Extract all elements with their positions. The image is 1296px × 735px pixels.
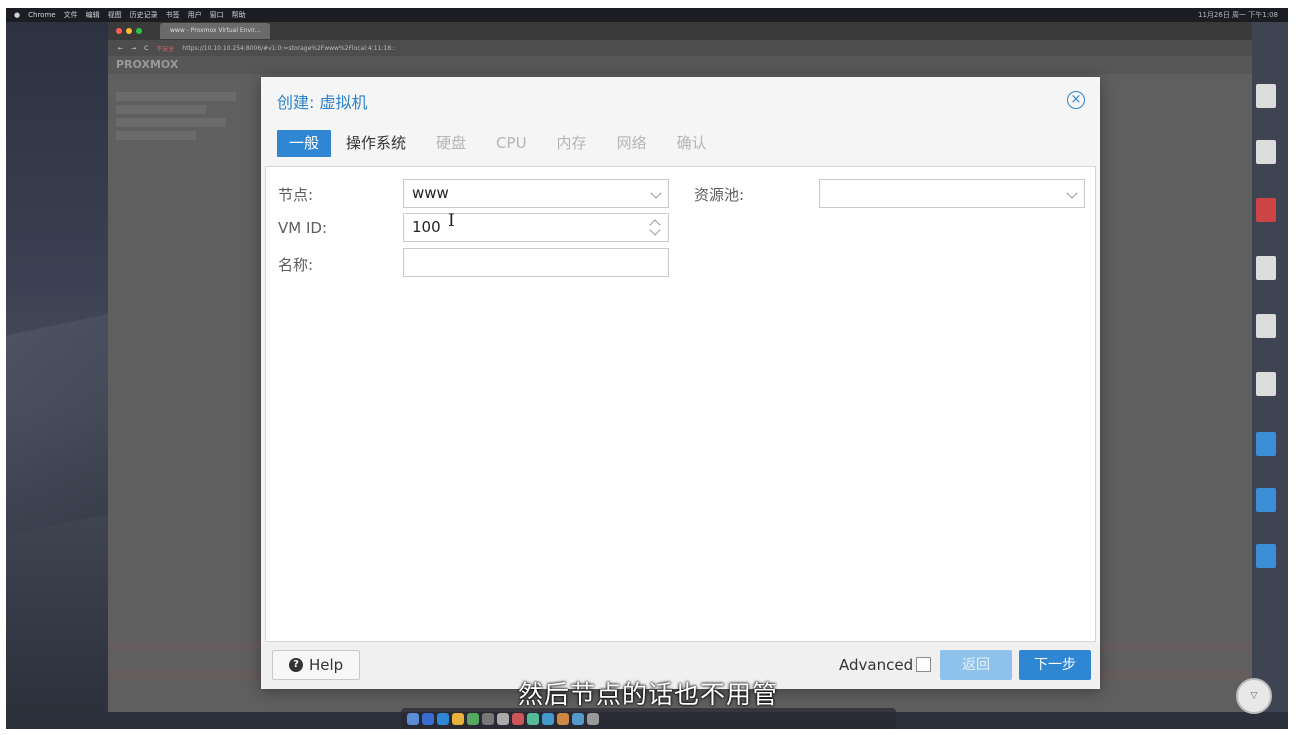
- proxmox-logo: PROXMOX: [116, 58, 179, 71]
- dock-safari-icon[interactable]: [437, 712, 449, 725]
- advanced-label: Advanced: [839, 656, 914, 674]
- back-arrow-icon[interactable]: ←: [118, 45, 123, 52]
- dock-trash-icon[interactable]: [587, 712, 599, 725]
- desktop-file-icon[interactable]: [1256, 314, 1276, 338]
- menubar-clock[interactable]: 11月26日 周一 下午1:08: [1198, 8, 1288, 22]
- advanced-checkbox[interactable]: [916, 657, 931, 672]
- dock-app-icon[interactable]: [497, 712, 509, 725]
- apple-icon[interactable]: ●: [14, 8, 20, 22]
- desktop-right-icons: [1252, 22, 1288, 712]
- node-select-value: www: [412, 184, 449, 202]
- url-text[interactable]: https://10.10.10.254:8006/#v1:0:=storage…: [182, 45, 395, 52]
- tab-network[interactable]: 网络: [602, 130, 662, 157]
- name-label: 名称:: [278, 256, 314, 274]
- menubar-item-view[interactable]: 视图: [108, 8, 122, 22]
- mac-dock: [401, 708, 896, 729]
- tab-general[interactable]: 一般: [277, 130, 332, 157]
- name-input[interactable]: [403, 248, 669, 277]
- help-button-label: Help: [309, 656, 344, 674]
- wizard-tabs: 一般 操作系统 硬盘 CPU 内存 网络 确认: [277, 130, 722, 157]
- menubar-app-name[interactable]: Chrome: [28, 8, 55, 22]
- desktop-file-icon[interactable]: [1256, 140, 1276, 164]
- vmid-spinner[interactable]: 100: [403, 213, 669, 242]
- dock-app-icon[interactable]: [467, 712, 479, 725]
- dock-app-icon[interactable]: [542, 712, 554, 725]
- desktop-folder-icon[interactable]: [1256, 432, 1276, 456]
- node-select[interactable]: www: [403, 179, 669, 208]
- desktop-folder-icon[interactable]: [1256, 544, 1276, 568]
- desktop-file-icon[interactable]: [1256, 84, 1276, 108]
- window-close-icon[interactable]: [116, 28, 122, 34]
- vmid-label: VM ID:: [278, 219, 327, 237]
- dock-finder-icon[interactable]: [407, 712, 419, 725]
- question-circle-icon: ?: [289, 658, 303, 672]
- tab-cpu[interactable]: CPU: [481, 130, 542, 157]
- watermark-logo: ▽: [1236, 678, 1272, 714]
- dock-app-icon[interactable]: [512, 712, 524, 725]
- tab-hard-disk[interactable]: 硬盘: [421, 130, 481, 157]
- reload-icon[interactable]: C: [144, 45, 148, 52]
- menubar-item-history[interactable]: 历史记录: [130, 8, 158, 22]
- close-icon[interactable]: ×: [1067, 91, 1085, 109]
- dock-app-icon[interactable]: [527, 712, 539, 725]
- browser-tab[interactable]: www - Proxmox Virtual Envir...: [160, 23, 271, 39]
- chevron-down-icon: [650, 187, 662, 199]
- dock-app-icon[interactable]: [422, 712, 434, 725]
- menubar-item-user[interactable]: 用户: [188, 8, 202, 22]
- proxmox-header: PROXMOX: [108, 56, 1254, 74]
- menubar-item-edit[interactable]: 编辑: [86, 8, 100, 22]
- desktop-file-icon[interactable]: [1256, 256, 1276, 280]
- browser-tabstrip: www - Proxmox Virtual Envir...: [108, 22, 1254, 40]
- forward-arrow-icon[interactable]: →: [131, 45, 136, 52]
- window-minimize-icon[interactable]: [126, 28, 132, 34]
- vmid-value: 100: [412, 218, 441, 236]
- menubar-item-bookmarks[interactable]: 书签: [166, 8, 180, 22]
- background-tree: [116, 92, 266, 144]
- dock-app-icon[interactable]: [557, 712, 569, 725]
- menubar-item-help[interactable]: 帮助: [232, 8, 246, 22]
- menubar-item-file[interactable]: 文件: [64, 8, 78, 22]
- menubar-item-window[interactable]: 窗口: [210, 8, 224, 22]
- window-zoom-icon[interactable]: [136, 28, 142, 34]
- dock-app-icon[interactable]: [482, 712, 494, 725]
- desktop-folder-icon[interactable]: [1256, 488, 1276, 512]
- mac-menubar: ● Chrome 文件 编辑 视图 历史记录 书签 用户 窗口 帮助 11月26…: [6, 8, 1288, 22]
- form-panel: 节点: www 资源池: VM ID: 100 名称:: [265, 166, 1096, 642]
- tab-os[interactable]: 操作系统: [331, 130, 421, 157]
- address-bar[interactable]: ← → C 不安全 https://10.10.10.254:8006/#v1:…: [108, 40, 1254, 56]
- desktop-file-icon[interactable]: [1256, 198, 1276, 222]
- dock-app-icon[interactable]: [572, 712, 584, 725]
- tab-confirm[interactable]: 确认: [662, 130, 722, 157]
- spinner-arrows-icon[interactable]: [649, 217, 661, 238]
- create-vm-dialog: 创建: 虚拟机 × 一般 操作系统 硬盘 CPU 内存 网络 确认 节点: ww…: [261, 77, 1100, 689]
- desktop-file-icon[interactable]: [1256, 372, 1276, 396]
- tab-memory[interactable]: 内存: [542, 130, 602, 157]
- pool-select[interactable]: [819, 179, 1085, 208]
- dialog-title: 创建: 虚拟机: [277, 93, 368, 112]
- dock-chrome-icon[interactable]: [452, 712, 464, 725]
- node-label: 节点:: [278, 186, 314, 204]
- text-cursor-icon: I: [448, 211, 455, 231]
- chevron-down-icon: [1066, 187, 1078, 199]
- video-subtitle: 然后节点的话也不用管: [517, 680, 778, 709]
- security-label[interactable]: 不安全: [156, 44, 174, 53]
- pool-label: 资源池:: [694, 186, 745, 204]
